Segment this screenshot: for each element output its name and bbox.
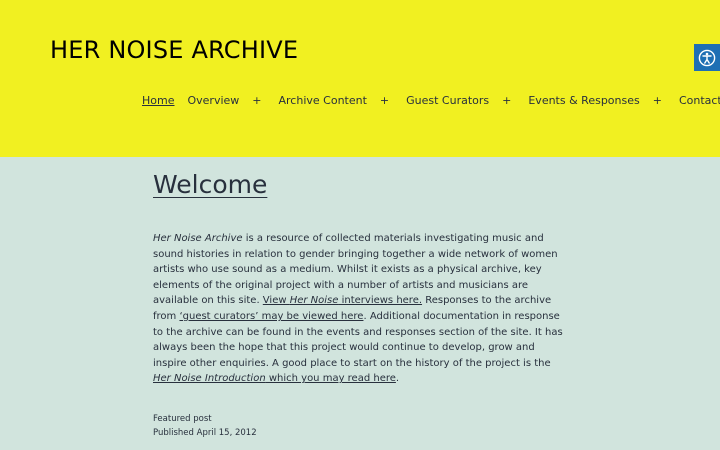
nav-item-overview-label[interactable]: Overview	[187, 94, 239, 107]
nav-item-contact: Contact +	[679, 94, 720, 107]
primary-nav: Home Overview + Archive Content + Guest …	[142, 92, 720, 108]
introduction-link-emphasis: Her Noise Introduction	[153, 373, 266, 385]
guest-curators-link[interactable]: ‘guest curators’ may be viewed here	[179, 311, 363, 322]
nav-item-overview: Overview +	[187, 94, 278, 107]
site-title[interactable]: HER NOISE ARCHIVE	[50, 36, 298, 64]
nav-item-home[interactable]: Home	[142, 94, 174, 107]
submenu-toggle-plus-icon[interactable]: +	[252, 94, 261, 107]
nav-item-guest-curators: Guest Curators +	[406, 94, 528, 107]
nav-item-archive-content-label[interactable]: Archive Content	[279, 94, 367, 107]
main-content: Welcome Her Noise Archive is a resource …	[153, 170, 568, 440]
nav-item-events-responses-label[interactable]: Events & Responses	[528, 94, 639, 107]
post-body: Her Noise Archive is a resource of colle…	[153, 231, 568, 387]
interviews-link-emphasis: Her Noise	[289, 295, 339, 307]
nav-item-archive-content: Archive Content +	[279, 94, 407, 107]
nav-item-contact-label[interactable]: Contact	[679, 94, 720, 107]
published-date[interactable]: Published April 15, 2012	[153, 426, 568, 440]
her-noise-archive-emphasis: Her Noise Archive	[153, 233, 243, 244]
body-text-4: .	[395, 373, 400, 385]
site-header: HER NOISE ARCHIVE Home Overview + Archiv…	[0, 0, 720, 157]
submenu-toggle-plus-icon[interactable]: +	[380, 94, 389, 107]
accessibility-icon	[698, 49, 716, 66]
introduction-link[interactable]: Her Noise Introduction which you may rea…	[153, 373, 396, 384]
submenu-toggle-plus-icon[interactable]: +	[502, 94, 511, 107]
interviews-link-text-a: View	[262, 295, 290, 307]
introduction-link-text: which you may read here	[265, 373, 396, 385]
accessibility-toolbar-button[interactable]	[694, 44, 720, 71]
featured-post-label: Featured post	[153, 413, 212, 424]
interviews-link-text-b: interviews here.	[338, 295, 423, 307]
submenu-toggle-plus-icon[interactable]: +	[653, 94, 662, 107]
nav-item-guest-curators-label[interactable]: Guest Curators	[406, 94, 489, 107]
post-title[interactable]: Welcome	[153, 170, 568, 199]
nav-item-events-responses: Events & Responses +	[528, 94, 679, 107]
post-meta: Featured post Published April 15, 2012	[153, 412, 568, 440]
interviews-link[interactable]: View Her Noise interviews here.	[263, 295, 422, 306]
